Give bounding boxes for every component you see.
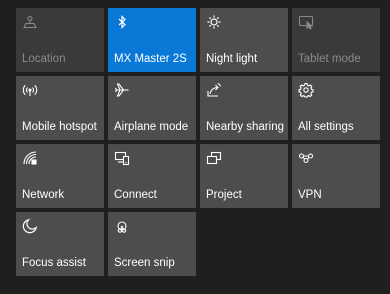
connect-label: Connect [114,189,157,201]
all-settings-tile[interactable]: All settings [292,76,380,140]
nearby-sharing-tile[interactable]: Nearby sharing [200,76,288,140]
tablet-mode-icon [298,14,314,30]
airplane-mode-label: Airplane mode [114,121,189,133]
moon-icon [22,218,38,234]
screen-snip-tile[interactable]: Screen snip [108,212,196,276]
network-icon [22,150,38,166]
tablet-mode-tile[interactable]: Tablet mode [292,8,380,72]
project-icon [206,150,222,166]
bluetooth-tile[interactable]: MX Master 2S [108,8,196,72]
night-light-tile[interactable]: Night light [200,8,288,72]
screen-snip-label: Screen snip [114,257,175,269]
vpn-tile[interactable]: VPN [292,144,380,208]
mobile-hotspot-icon [22,82,38,98]
network-label: Network [22,189,65,201]
action-center-quick-actions: Location MX Master 2S Night light Tablet… [0,0,390,294]
network-tile[interactable]: Network [16,144,104,208]
airplane-mode-tile[interactable]: Airplane mode [108,76,196,140]
bluetooth-label: MX Master 2S [114,53,187,65]
focus-assist-tile[interactable]: Focus assist [16,212,104,276]
all-settings-label: All settings [298,121,354,133]
vpn-label: VPN [298,189,322,201]
quick-actions-grid: Location MX Master 2S Night light Tablet… [16,8,380,276]
nearby-sharing-icon [206,82,222,98]
mobile-hotspot-tile[interactable]: Mobile hotspot [16,76,104,140]
mobile-hotspot-label: Mobile hotspot [22,121,97,133]
screen-snip-icon [114,218,130,234]
tablet-mode-label: Tablet mode [298,53,361,65]
night-light-label: Night light [206,53,258,65]
airplane-icon [114,82,130,98]
project-tile[interactable]: Project [200,144,288,208]
night-light-icon [206,14,222,30]
location-icon [22,14,38,30]
nearby-sharing-label: Nearby sharing [206,121,284,133]
vpn-icon [298,150,314,166]
gear-icon [298,82,314,98]
bluetooth-icon [114,14,130,30]
project-label: Project [206,189,242,201]
connect-tile[interactable]: Connect [108,144,196,208]
focus-assist-label: Focus assist [22,257,86,269]
location-label: Location [22,53,66,65]
connect-icon [114,150,130,166]
location-tile[interactable]: Location [16,8,104,72]
